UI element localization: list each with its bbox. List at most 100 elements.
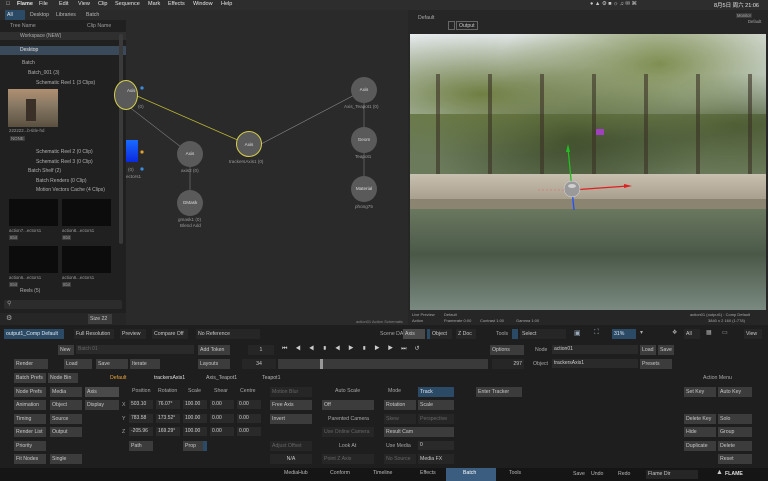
batch-001-label[interactable]: Batch_001 (3) [28, 70, 59, 76]
rotation-mode-button[interactable]: Rotation [384, 400, 416, 410]
node-axis1-partial[interactable]: Axis [113, 82, 135, 108]
batch-label[interactable]: Batch [22, 60, 35, 66]
menu-effects[interactable]: Effects [168, 1, 185, 7]
viewer-output-swatch[interactable] [448, 21, 455, 30]
zdoc-button[interactable]: Z Doc [456, 329, 476, 339]
node-save-button[interactable]: Save [658, 345, 674, 355]
menu-help[interactable]: Help [221, 1, 232, 7]
media-button[interactable]: Media [50, 387, 82, 397]
iterate-button[interactable]: Iterate [130, 359, 160, 369]
object-button[interactable]: Object [430, 329, 452, 339]
library-scrollbar[interactable] [119, 34, 123, 244]
col-tree-name[interactable]: Tree Name [10, 23, 36, 29]
select-tool[interactable]: Select [520, 329, 566, 339]
bottom-tab-tools[interactable]: Tools [509, 470, 521, 476]
auto-scale-off[interactable]: Off [322, 400, 374, 410]
zoom-field[interactable]: 31% [612, 329, 636, 339]
delete-button[interactable]: Delete [718, 441, 752, 451]
scale-mode-button[interactable]: Scale [418, 400, 454, 410]
node-material-phong[interactable]: Material [351, 176, 377, 202]
tab-axis-teapot[interactable]: Axis_Teapot1 [206, 375, 237, 381]
display-icon[interactable]: ▭ [722, 329, 728, 336]
menu-file[interactable]: File [39, 1, 48, 7]
tools-swatch[interactable] [512, 329, 518, 339]
in-frame-field[interactable]: 34 [242, 359, 276, 369]
all-button[interactable]: All [684, 329, 700, 339]
add-token-button[interactable]: Add Token [198, 345, 230, 355]
reset-button[interactable]: Reset [718, 454, 752, 464]
manipulator-gizmo[interactable] [538, 142, 638, 222]
tab-teapot[interactable]: Teapot1 [262, 375, 280, 381]
schematic-reel-3[interactable]: Schematic Reel 3 (0 Clip) [36, 159, 93, 165]
motion-vectors-cache[interactable]: Motion Vectors Cache (4 Clips) [36, 187, 105, 193]
load-button[interactable]: Load [64, 359, 92, 369]
viewer-monitor[interactable]: Monitor [736, 13, 752, 18]
layout-icon[interactable]: ▣ [574, 329, 581, 337]
playhead[interactable] [320, 359, 323, 369]
reels-label[interactable]: Reels (5) [20, 288, 40, 294]
rotation-z[interactable]: 169.29° [156, 427, 180, 436]
invert-button[interactable]: Invert [270, 414, 312, 424]
shear-x[interactable]: 0.00 [210, 400, 234, 409]
full-resolution-button[interactable]: Full Resolution [74, 329, 114, 339]
node-field[interactable]: action01 [552, 345, 638, 354]
bottom-tab-effects[interactable]: Effects [420, 470, 436, 476]
menu-sequence[interactable]: Sequence [115, 1, 140, 7]
fit-icon[interactable]: ⛶ [594, 329, 599, 337]
adjust-offset-button[interactable]: Adjust Offset [270, 441, 312, 451]
bottom-tab-conform[interactable]: Conform [330, 470, 350, 476]
point-z-axis-button[interactable]: Point Z Axis [322, 454, 374, 464]
bottom-undo[interactable]: Undo [591, 471, 603, 477]
shear-y[interactable]: 0.00 [210, 414, 234, 423]
object-field[interactable]: trackersAxis1 [552, 359, 638, 368]
shear-z[interactable]: 0.00 [210, 427, 234, 436]
gear-icon[interactable]: ⚙ [6, 314, 12, 322]
auto-key-button[interactable]: Auto Key [718, 387, 752, 397]
free-axis-button[interactable]: Free Axis [270, 400, 312, 410]
enter-tracker-button[interactable]: Enter Tracker [476, 387, 522, 397]
set-key-button[interactable]: Set Key [684, 387, 716, 397]
new-button[interactable]: New [58, 345, 74, 355]
axis-button[interactable]: Axis [85, 387, 119, 397]
centre-y[interactable]: 0.00 [237, 414, 261, 423]
skew-button[interactable]: Skew [384, 414, 416, 424]
schematic-reel-1[interactable]: Schematic Reel 1 (3 Clips) [36, 80, 95, 86]
tab-desktop[interactable]: Desktop [30, 12, 49, 18]
out-frame-field[interactable]: 297 [492, 359, 524, 369]
batch-prefs-button[interactable]: Batch Prefs [14, 373, 46, 383]
zoom-dropdown-icon[interactable]: ▾ [640, 329, 643, 336]
menu-window[interactable]: Window [193, 1, 213, 7]
workspace-row[interactable] [0, 32, 126, 40]
source-button[interactable]: Source [50, 414, 82, 424]
node-bin-button[interactable]: Node Bin [48, 373, 78, 383]
schematic-reel-2[interactable]: Schematic Reel 2 (0 Clip) [36, 149, 93, 155]
group-button[interactable]: Group [718, 427, 752, 437]
node-trackers-axis[interactable]: Axis [236, 131, 262, 157]
size-field[interactable]: Size 22 [88, 314, 112, 324]
eyedropper-icon[interactable]: ❖ [672, 329, 677, 336]
node-axis2[interactable]: Axis [177, 141, 203, 167]
centre-z[interactable]: 0.00 [237, 427, 261, 436]
render-list-button[interactable]: Render List [14, 427, 46, 437]
clip-thumbnail[interactable] [8, 89, 58, 127]
scale-z[interactable]: 100.00 [183, 427, 207, 436]
tab-default[interactable]: Default [110, 375, 126, 381]
node-gmask[interactable]: GMask [177, 190, 203, 216]
search-bar[interactable] [4, 300, 122, 309]
animation-button[interactable]: Animation [14, 400, 46, 410]
apple-icon[interactable]:  [6, 1, 10, 7]
display-button[interactable]: Display [85, 400, 119, 410]
preview-button[interactable]: Preview [120, 329, 146, 339]
fit-nodes-button[interactable]: Fit Nodes [14, 454, 46, 464]
no-reference-button[interactable]: No Reference [196, 329, 260, 339]
motion-thumb-3[interactable] [9, 246, 58, 273]
tab-libraries[interactable]: Libraries [56, 12, 76, 18]
motion-thumb-4[interactable] [62, 246, 111, 273]
menu-edit[interactable]: Edit [59, 1, 68, 7]
menu-mark[interactable]: Mark [148, 1, 160, 7]
batch-name-field[interactable]: Batch 01 [76, 345, 194, 354]
compare-off-button[interactable]: Compare Off [152, 329, 188, 339]
no-source-button[interactable]: No Source [384, 454, 416, 464]
centre-x[interactable]: 0.00 [237, 400, 261, 409]
axis-selector[interactable]: Axis [403, 329, 425, 339]
